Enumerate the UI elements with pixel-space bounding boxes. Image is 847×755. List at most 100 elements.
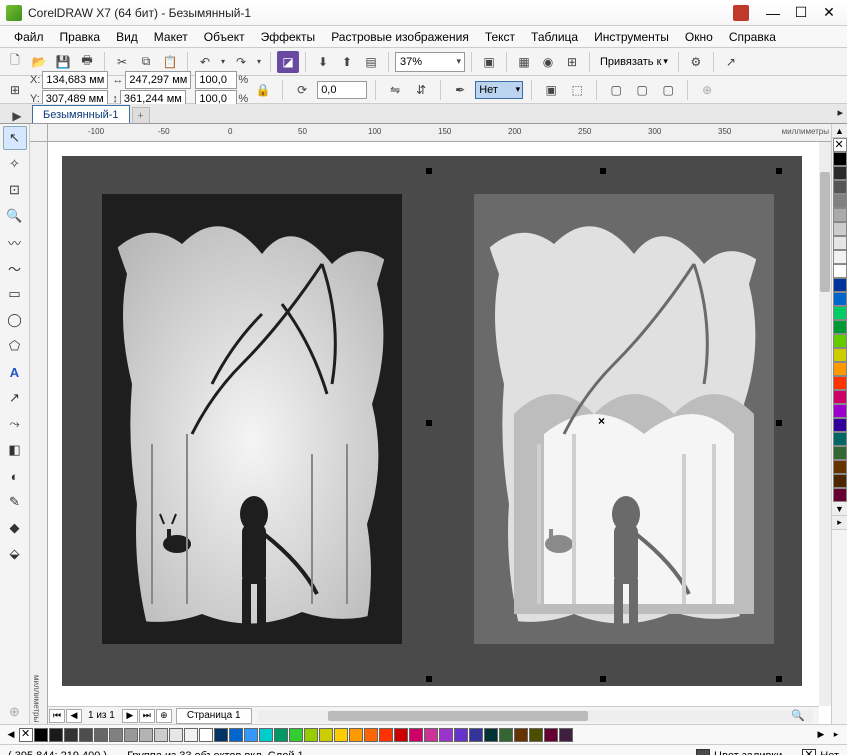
color-swatch[interactable] — [833, 264, 847, 278]
color-swatch[interactable] — [833, 320, 847, 334]
wrap-text-button[interactable]: ▣ — [540, 79, 562, 101]
color-swatch[interactable] — [544, 728, 558, 742]
zoom-level-dropdown[interactable]: 37% — [395, 52, 465, 72]
horizontal-scrollbar[interactable] — [258, 710, 813, 722]
color-swatch[interactable] — [49, 728, 63, 742]
color-swatch[interactable] — [833, 292, 847, 306]
shape-tool[interactable]: ✧ — [3, 152, 27, 176]
menu-effects[interactable]: Эффекты — [253, 28, 324, 46]
polygon-tool[interactable]: ⬠ — [3, 334, 27, 358]
color-swatch[interactable] — [833, 348, 847, 362]
color-eyedropper-tool[interactable]: ✎ — [3, 490, 27, 514]
horizontal-ruler[interactable]: миллиметры -100 -50 0 50 100 150 200 250… — [48, 124, 831, 142]
selection-handle-tl[interactable] — [426, 168, 432, 174]
menu-layout[interactable]: Макет — [146, 28, 196, 46]
color-swatch[interactable] — [79, 728, 93, 742]
color-swatch[interactable] — [833, 278, 847, 292]
color-swatch[interactable] — [334, 728, 348, 742]
publish-pdf-button[interactable]: ▤ — [360, 51, 382, 73]
color-swatch[interactable] — [364, 728, 378, 742]
add-preset-button[interactable]: ⊕ — [696, 79, 718, 101]
color-swatch[interactable] — [833, 432, 847, 446]
selection-handle-bl[interactable] — [426, 676, 432, 682]
color-swatch[interactable] — [833, 460, 847, 474]
vertical-scroll-thumb[interactable] — [820, 172, 830, 292]
selection-handle-mr[interactable] — [776, 420, 782, 426]
undo-dropdown[interactable]: ▾ — [218, 51, 228, 73]
to-front-button[interactable]: ▢ — [605, 79, 627, 101]
x-position-input[interactable]: 134,683 мм — [42, 71, 108, 89]
doc-palette-scroll-right[interactable]: ▶ — [814, 728, 828, 742]
rotation-input[interactable]: 0,0 — [317, 81, 367, 99]
snap-to-dropdown[interactable]: Привязать к — [596, 56, 672, 68]
color-swatch[interactable] — [833, 236, 847, 250]
color-swatch[interactable] — [394, 728, 408, 742]
mirror-horizontal-button[interactable]: ⇋ — [384, 79, 406, 101]
ruler-origin[interactable] — [30, 124, 48, 142]
selection-center-marker[interactable]: × — [598, 414, 605, 428]
close-button[interactable]: ✕ — [817, 4, 841, 22]
interactive-fill-tool[interactable]: ◆ — [3, 516, 27, 540]
document-tab[interactable]: Безымянный-1 — [32, 105, 130, 123]
doc-palette-no-color[interactable] — [19, 728, 33, 742]
color-swatch[interactable] — [529, 728, 543, 742]
first-page-button[interactable]: ⏮ — [49, 709, 65, 723]
menu-table[interactable]: Таблица — [523, 28, 586, 46]
fill-indicator[interactable]: Цвет заливки — [696, 749, 782, 755]
menu-bitmaps[interactable]: Растровые изображения — [323, 28, 477, 46]
color-swatch[interactable] — [833, 488, 847, 502]
color-swatch[interactable] — [424, 728, 438, 742]
menu-help[interactable]: Справка — [721, 28, 784, 46]
prev-page-button[interactable]: ◀ — [66, 709, 82, 723]
menu-window[interactable]: Окно — [677, 28, 721, 46]
copy-button[interactable]: ⧉ — [135, 51, 157, 73]
minimize-button[interactable]: — — [761, 4, 785, 22]
user-account-icon[interactable] — [733, 5, 749, 21]
navigator-button[interactable]: 🔍 — [791, 708, 805, 722]
show-rulers-button[interactable]: ▦ — [513, 51, 535, 73]
color-swatch[interactable] — [833, 222, 847, 236]
undo-button[interactable]: ↶ — [194, 51, 216, 73]
menu-object[interactable]: Объект — [196, 28, 253, 46]
selection-handle-ml[interactable] — [426, 420, 432, 426]
new-tab-button[interactable]: + — [132, 107, 150, 123]
artistic-media-tool[interactable]: 〜 — [3, 256, 27, 280]
color-swatch[interactable] — [833, 208, 847, 222]
outline-indicator[interactable]: Нет — [802, 749, 839, 755]
next-page-button[interactable]: ▶ — [122, 709, 138, 723]
color-swatch[interactable] — [833, 446, 847, 460]
scale-x-input[interactable]: 100,0 — [195, 71, 237, 89]
color-swatch[interactable] — [154, 728, 168, 742]
crop-tool[interactable]: ⊡ — [3, 178, 27, 202]
selection-handle-tr[interactable] — [776, 168, 782, 174]
search-content-button[interactable]: ◪ — [277, 51, 299, 73]
color-swatch[interactable] — [833, 362, 847, 376]
quick-customize-button[interactable]: ⊕ — [3, 700, 27, 724]
doc-palette-flyout[interactable]: ▸ — [829, 728, 843, 742]
palette-scroll-up[interactable]: ▲ — [832, 124, 847, 138]
color-swatch[interactable] — [833, 194, 847, 208]
color-swatch[interactable] — [64, 728, 78, 742]
vertical-ruler[interactable]: миллиметры — [30, 142, 48, 724]
color-swatch[interactable] — [833, 152, 847, 166]
artwork-left[interactable] — [82, 174, 422, 664]
palette-flyout[interactable]: ▸ — [832, 516, 847, 530]
color-swatch[interactable] — [499, 728, 513, 742]
page-tab[interactable]: Страница 1 — [176, 708, 252, 724]
color-swatch[interactable] — [244, 728, 258, 742]
smart-fill-tool[interactable]: ⬙ — [3, 542, 27, 566]
import-button[interactable]: ⬇ — [312, 51, 334, 73]
save-button[interactable]: 💾 — [52, 51, 74, 73]
lock-ratio-button[interactable]: 🔒 — [252, 79, 274, 101]
vertical-scrollbar[interactable] — [819, 142, 831, 706]
selection-handle-tm[interactable] — [600, 168, 606, 174]
show-grid-button[interactable]: ◉ — [537, 51, 559, 73]
open-button[interactable]: 📂 — [28, 51, 50, 73]
color-swatch[interactable] — [833, 334, 847, 348]
color-swatch[interactable] — [833, 390, 847, 404]
tab-overflow-button[interactable]: ▸ — [837, 106, 843, 119]
cut-button[interactable]: ✂ — [111, 51, 133, 73]
palette-scroll-down[interactable]: ▼ — [832, 502, 847, 516]
mirror-vertical-button[interactable]: ⇵ — [410, 79, 432, 101]
menu-tools[interactable]: Инструменты — [586, 28, 677, 46]
